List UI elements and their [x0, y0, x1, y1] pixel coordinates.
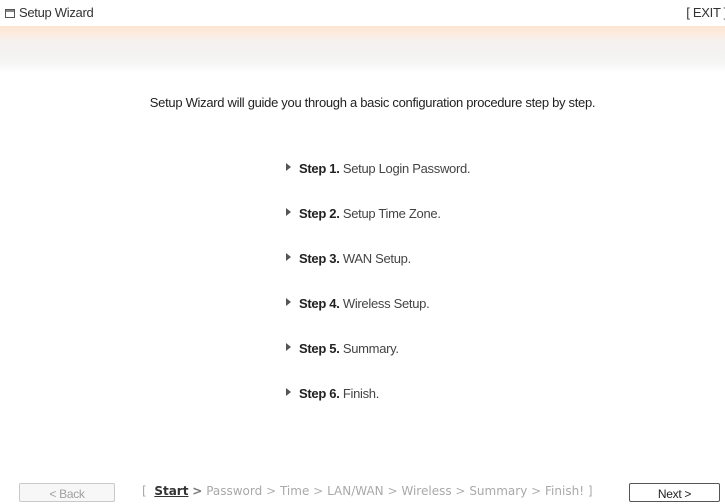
step-item-2: Step 2. Setup Time Zone. [286, 206, 470, 251]
title-bar: Setup Wizard [ EXIT ] [0, 0, 725, 27]
step-number: Step 4. [299, 296, 340, 311]
back-button[interactable]: < Back [19, 483, 115, 502]
breadcrumb-item-finish: Finish! [545, 484, 585, 498]
breadcrumb-separator: > [455, 484, 466, 498]
wizard-footer: < Back [ Start > Password > Time > LAN/W… [0, 482, 725, 502]
step-item-1: Step 1. Setup Login Password. [286, 161, 471, 206]
steps-list: Step 1. Setup Login Password. Step 2. Se… [286, 161, 471, 431]
breadcrumb-item-lan-wan: LAN/WAN [327, 484, 384, 498]
breadcrumb-separator: > [313, 484, 324, 498]
breadcrumb-item-time: Time [279, 484, 310, 498]
exit-link[interactable]: [ EXIT ] [686, 5, 725, 20]
breadcrumb-item-password: Password [206, 484, 263, 498]
arrow-right-icon [286, 253, 291, 261]
step-item-5: Step 5. Summary. [286, 341, 470, 386]
step-number: Step 5. [299, 341, 340, 356]
breadcrumb-open-bracket: [ [142, 484, 147, 498]
arrow-right-icon [286, 388, 291, 396]
breadcrumb-item-wireless: Wireless [401, 484, 452, 498]
breadcrumb-separator: > [266, 484, 277, 498]
breadcrumb-separator: > [531, 484, 542, 498]
arrow-right-icon [286, 343, 291, 351]
breadcrumb-close-bracket: ] [587, 484, 593, 498]
step-number: Step 1. [299, 161, 340, 176]
header-band [0, 26, 725, 72]
breadcrumb-separator: > [387, 484, 398, 498]
step-item-3: Step 3. WAN Setup. [286, 251, 470, 296]
next-button[interactable]: Next > [629, 483, 720, 502]
step-number: Step 3. [299, 251, 340, 266]
step-description: Wireless Setup. [342, 296, 430, 311]
intro-text: Setup Wizard will guide you through a ba… [149, 95, 596, 110]
step-item-6: Step 6. Finish. [286, 386, 470, 431]
window-icon [5, 9, 15, 18]
arrow-right-icon [286, 208, 291, 216]
breadcrumb-item-start: Start [154, 484, 189, 498]
wizard-breadcrumb: [ Start > Password > Time > LAN/WAN > Wi… [142, 484, 593, 498]
step-description: Setup Login Password. [342, 161, 471, 176]
step-description: WAN Setup. [342, 251, 411, 266]
step-description: Finish. [342, 386, 380, 401]
arrow-right-icon [286, 298, 291, 306]
arrow-right-icon [286, 163, 291, 171]
step-item-4: Step 4. Wireless Setup. [286, 296, 470, 341]
step-number: Step 2. [299, 206, 340, 221]
step-number: Step 6. [299, 386, 340, 401]
step-description: Summary. [342, 341, 399, 356]
breadcrumb-item-summary: Summary [469, 484, 528, 498]
step-description: Setup Time Zone. [342, 206, 441, 221]
window-title: Setup Wizard [19, 5, 94, 20]
breadcrumb-separator: > [192, 484, 203, 498]
